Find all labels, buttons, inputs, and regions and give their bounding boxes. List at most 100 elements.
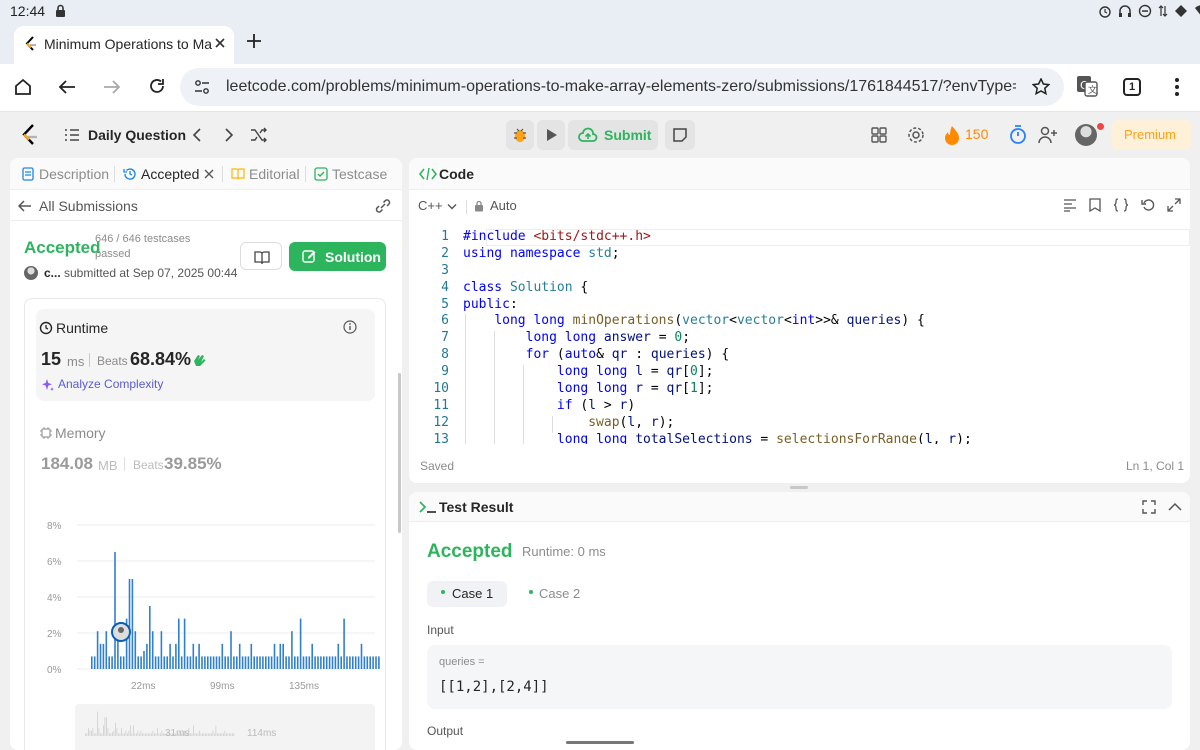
chart-bar (209, 656, 212, 669)
overview-bar (130, 725, 131, 736)
translate-icon[interactable]: G文 (1076, 75, 1098, 97)
chart-bar (320, 656, 322, 669)
chart-bar (192, 643, 195, 669)
more-menu-icon[interactable] (1174, 77, 1180, 97)
site-settings-icon[interactable] (194, 79, 210, 95)
format-icon[interactable] (1063, 198, 1077, 212)
close-tab-icon[interactable] (214, 37, 226, 49)
overview-bar (196, 733, 197, 736)
input-label: Input (427, 623, 454, 637)
beats-label: Beats (97, 354, 128, 368)
alarm-icon (1099, 6, 1111, 18)
overview-bar (160, 733, 161, 736)
address-bar[interactable]: leetcode.com/problems/minimum-operations… (180, 68, 1064, 106)
browser-tab[interactable]: Minimum Operations to Mak (14, 26, 234, 64)
timer-icon[interactable] (1009, 125, 1027, 145)
share-link-icon[interactable] (374, 198, 392, 214)
runtime-title: Runtime (56, 320, 109, 336)
overview-bar (121, 728, 122, 736)
tab-description[interactable]: Description (39, 166, 109, 182)
user-avatar[interactable] (24, 266, 38, 280)
gesture-nav-bar[interactable] (566, 741, 634, 744)
back-arrow-icon[interactable] (18, 199, 32, 213)
chart-bar (354, 656, 357, 669)
overview-bar (217, 733, 218, 736)
settings-gear-icon[interactable] (907, 126, 925, 144)
x-tick-label: 135ms (289, 681, 319, 689)
submit-button[interactable]: Submit (568, 120, 658, 150)
reset-icon[interactable] (1141, 198, 1155, 212)
runtime-overview-chart[interactable]: 31ms 114ms (65, 704, 375, 750)
shuffle-icon[interactable] (250, 127, 268, 143)
code-editor[interactable]: 1 2 3 4 5 6 7 8 9 10 11 12 13 #include <bits/stdc++.… (409, 226, 1190, 444)
analyze-complexity-link[interactable]: Analyze Complexity (58, 377, 163, 391)
solution-button[interactable]: Solution (289, 242, 386, 271)
chart-bar (221, 643, 224, 669)
prev-question-icon[interactable] (192, 128, 202, 142)
language-select[interactable]: C++ (418, 198, 443, 213)
pass-dot (441, 590, 445, 594)
overview-bar (124, 733, 125, 736)
submitted-at: submitted at Sep 07, 2025 00:44 (64, 266, 238, 280)
chart-bar (154, 656, 157, 669)
x-tick-label: 99ms (210, 681, 234, 689)
runtime-card[interactable]: Runtime 15 ms Beats 68.84% Analyze Compl… (36, 309, 375, 401)
tab-switcher-button[interactable]: 1 (1123, 78, 1141, 96)
url-text[interactable]: leetcode.com/problems/minimum-operations… (226, 78, 1016, 96)
tab-editorial[interactable]: Editorial (249, 166, 300, 182)
resize-handle[interactable] (790, 486, 808, 489)
overview-bar (103, 725, 104, 736)
notes-button[interactable] (665, 120, 695, 150)
chevron-down-icon[interactable] (447, 203, 457, 211)
collapse-chevron-up-icon[interactable] (1168, 502, 1182, 511)
case-1-tab[interactable]: Case 1 (427, 581, 507, 607)
scrollbar[interactable] (398, 373, 401, 533)
avatar-head (118, 627, 124, 633)
braces-icon[interactable] (1113, 198, 1129, 212)
expand-icon[interactable] (1167, 198, 1181, 212)
runtime-distribution-chart[interactable]: 8% 6% 4% 2% 0% 22ms 99ms 135ms (25, 509, 385, 689)
tab-testcase[interactable]: Testcase (332, 166, 387, 182)
reload-icon[interactable] (148, 77, 166, 95)
back-icon[interactable] (58, 78, 76, 96)
tab-divider (114, 166, 115, 182)
streak-count[interactable]: 150 (965, 126, 988, 142)
editorial-book-button[interactable] (240, 242, 282, 270)
problem-list-icon[interactable] (64, 128, 80, 142)
new-tab-button[interactable] (246, 33, 262, 49)
overview-bar (154, 733, 155, 736)
daily-question-link[interactable]: Daily Question (88, 127, 186, 143)
input-box[interactable]: queries = [[1,2],[2,4]] (427, 645, 1172, 709)
leetcode-logo-icon[interactable] (20, 124, 40, 146)
memory-section[interactable]: Memory 184.08 MB Beats 39.85% (36, 419, 375, 479)
tab-accepted[interactable]: Accepted (141, 166, 199, 182)
premium-button[interactable]: Premium (1112, 120, 1191, 150)
layout-icon[interactable] (871, 127, 887, 143)
debug-button[interactable] (506, 120, 534, 150)
avatar[interactable] (1075, 124, 1097, 146)
overview-bar (161, 730, 163, 736)
chart-bar (189, 656, 192, 669)
case-2-tab[interactable]: Case 2 (517, 581, 597, 607)
add-friend-icon[interactable] (1038, 126, 1058, 144)
next-question-icon[interactable] (224, 128, 234, 142)
runtime-unit: ms (67, 354, 85, 369)
all-submissions-link[interactable]: All Submissions (39, 198, 138, 214)
code-text[interactable]: #include <bits/stdc++.h> using namespace… (463, 229, 1183, 444)
forward-icon[interactable] (103, 78, 121, 96)
mode-label[interactable]: Auto (490, 198, 517, 213)
username[interactable]: c... (44, 266, 61, 280)
param-value: [[1,2],[2,4]] (439, 679, 549, 695)
chart-bar (183, 618, 186, 669)
maximize-icon[interactable] (1142, 500, 1156, 514)
chart-bar (212, 656, 215, 669)
info-icon[interactable] (343, 320, 357, 334)
run-button[interactable] (537, 120, 565, 150)
bookmark-star-icon[interactable] (1032, 78, 1050, 96)
overview-bar (220, 733, 221, 736)
bookmark-icon[interactable] (1089, 198, 1101, 212)
chart-bar (294, 656, 296, 669)
close-tab-icon[interactable] (204, 169, 214, 179)
home-icon[interactable] (13, 77, 33, 97)
chart-bar (108, 656, 110, 669)
